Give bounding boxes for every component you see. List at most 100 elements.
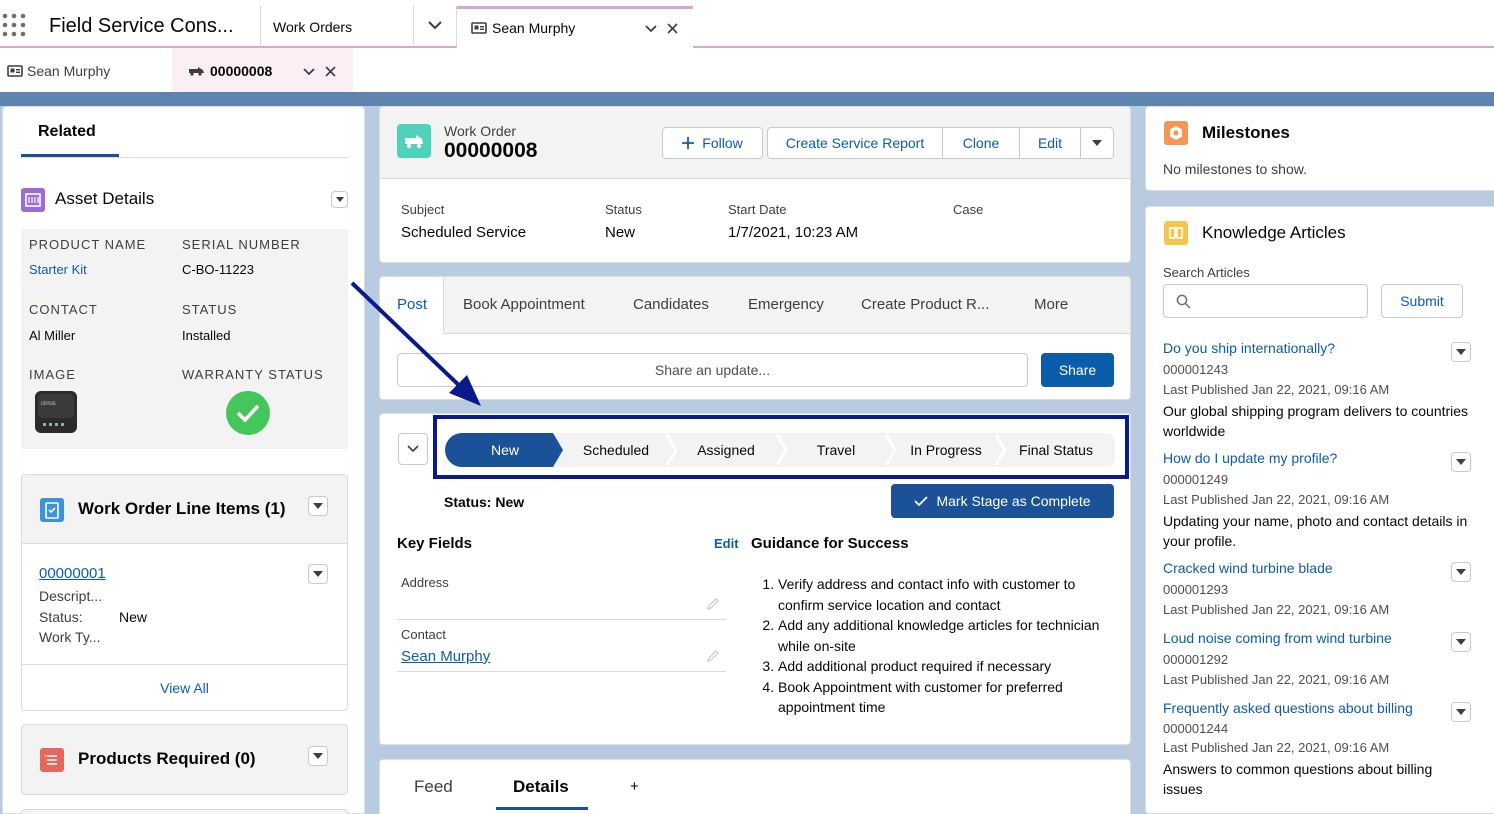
tab-sean-murphy[interactable]: Sean Murphy <box>457 6 693 48</box>
chevron-down-icon[interactable] <box>303 68 315 76</box>
tab-details[interactable]: Details <box>496 760 588 810</box>
create-report-label: Create Service Report <box>785 135 925 151</box>
tab-emergency[interactable]: Emergency <box>748 296 824 313</box>
path-stage-travel[interactable]: Travel <box>781 433 891 467</box>
article-menu-button[interactable] <box>1451 452 1471 472</box>
checkmark-icon <box>226 391 270 435</box>
follow-button[interactable]: Follow <box>662 127 763 159</box>
line-item-work-type: Work Ty... <box>39 629 101 645</box>
products-menu-button[interactable] <box>308 746 328 766</box>
guidance-item: Book Appointment with customer for prefe… <box>778 677 1107 718</box>
more-actions-button[interactable] <box>1080 127 1114 159</box>
contact-card-icon <box>471 22 487 34</box>
article-title-link[interactable]: Frequently asked questions about billing <box>1163 700 1413 716</box>
article-menu-button[interactable] <box>1451 562 1471 582</box>
article-summary: Answers to common questions about billin… <box>1163 761 1433 797</box>
line-items-title[interactable]: Work Order Line Items (1) <box>78 499 286 519</box>
article-menu-button[interactable] <box>1451 342 1471 362</box>
object-label: Work Order <box>444 123 517 139</box>
field-label: IMAGE <box>29 367 76 382</box>
path-stage-assigned[interactable]: Assigned <box>671 433 781 467</box>
path-status-text: Status: New <box>444 494 525 510</box>
article-summary: Updating your name, photo and contact de… <box>1163 513 1468 549</box>
contact-link[interactable]: Sean Murphy <box>401 648 490 665</box>
close-icon[interactable] <box>667 23 678 34</box>
path-component: New Scheduled Assigned Travel In Progres… <box>379 413 1131 745</box>
submit-button[interactable]: Submit <box>1381 284 1463 318</box>
mark-stage-complete-button[interactable]: Mark Stage as Complete <box>891 484 1114 518</box>
article-title-link[interactable]: How do I update my profile? <box>1163 450 1337 466</box>
stage-label: Scheduled <box>582 442 650 458</box>
app-name: Field Service Cons... <box>49 15 234 37</box>
tab-label: Sean Murphy <box>492 20 576 36</box>
edit-button[interactable]: Edit <box>1019 127 1081 159</box>
line-items-menu-button[interactable] <box>308 496 328 516</box>
tab-label: Related <box>38 123 96 140</box>
share-button[interactable]: Share <box>1041 353 1114 387</box>
tab-more[interactable]: More <box>1034 296 1068 313</box>
pencil-icon[interactable] <box>706 649 720 663</box>
create-service-report-button[interactable]: Create Service Report <box>767 127 943 159</box>
chevron-down-icon[interactable] <box>645 25 657 33</box>
view-all-link[interactable]: View All <box>22 680 347 696</box>
asset-menu-button[interactable] <box>331 191 348 208</box>
app-launcher-icon[interactable] <box>2 13 26 37</box>
field-label: STATUS <box>182 302 238 317</box>
tab-label: Details <box>513 777 569 796</box>
article-menu-button[interactable] <box>1451 632 1471 652</box>
subtab-sean-murphy[interactable]: Sean Murphy <box>0 48 172 92</box>
tab-label: Work Orders <box>273 19 353 35</box>
page-banner <box>0 92 1494 106</box>
contact-value: Al Miller <box>29 328 76 343</box>
share-update-input[interactable]: Share an update... <box>397 353 1028 387</box>
field-label: Status <box>605 202 642 217</box>
pencil-icon[interactable] <box>706 597 720 611</box>
path-toggle-button[interactable] <box>398 433 428 465</box>
knowledge-card: Knowledge Articles Search Articles Submi… <box>1145 206 1494 814</box>
line-item-link[interactable]: 00000001 <box>39 565 106 582</box>
tab-feed[interactable]: Feed <box>414 777 453 797</box>
subtab-work-order[interactable]: 00000008 <box>172 48 353 92</box>
checkmark-icon <box>914 495 929 507</box>
plus-icon <box>682 137 695 149</box>
article-summary: Our global shipping program delivers to … <box>1163 403 1469 439</box>
path-stage-final-status[interactable]: Final Status <box>1001 433 1111 467</box>
article-title-link[interactable]: Loud noise coming from wind turbine <box>1163 630 1392 646</box>
stage-label: New <box>490 442 519 458</box>
address-label: Address <box>401 575 449 590</box>
tab-create-product[interactable]: Create Product R... <box>861 296 989 313</box>
search-icon <box>1176 294 1191 309</box>
products-required-card: Products Required (0) <box>21 724 348 795</box>
publisher: Post Book Appointment Candidates Emergen… <box>379 276 1131 400</box>
submit-label: Submit <box>1400 293 1444 309</box>
tab-work-orders[interactable]: Work Orders <box>261 6 413 46</box>
key-fields-edit-link[interactable]: Edit <box>714 536 739 551</box>
field-label: CONTACT <box>29 302 98 317</box>
article-title-link[interactable]: Cracked wind turbine blade <box>1163 560 1333 576</box>
article-menu-button[interactable] <box>1451 702 1471 722</box>
products-required-title[interactable]: Products Required (0) <box>78 749 256 769</box>
tab-candidates[interactable]: Candidates <box>633 296 709 313</box>
record-header: Work Order 00000008 Follow Create Servic… <box>379 106 1131 263</box>
chevron-down-icon[interactable] <box>428 20 442 30</box>
article-number: 000001249 <box>1163 472 1229 487</box>
search-articles-input[interactable] <box>1163 284 1368 318</box>
path-stage-scheduled[interactable]: Scheduled <box>561 433 671 467</box>
tab-related[interactable]: Related <box>21 107 119 157</box>
line-items-icon <box>40 498 64 522</box>
subject-value: Scheduled Service <box>401 224 527 241</box>
product-name-link[interactable]: Starter Kit <box>29 262 87 277</box>
line-item-status-value: New <box>119 609 148 625</box>
clone-button[interactable]: Clone <box>942 127 1020 159</box>
path-stage-in-progress[interactable]: In Progress <box>891 433 1001 467</box>
add-tab-button[interactable]: + <box>630 778 639 795</box>
key-fields-title: Key Fields <box>397 535 473 552</box>
article-title-link[interactable]: Do you ship internationally? <box>1163 340 1335 356</box>
serial-number: C-BO-11223 <box>182 262 255 277</box>
chevron-down-icon <box>1092 140 1102 146</box>
follow-label: Follow <box>702 135 743 151</box>
line-item-menu-button[interactable] <box>308 564 328 584</box>
close-icon[interactable] <box>325 66 336 77</box>
field-label: Start Date <box>728 202 787 217</box>
path-stage-new[interactable]: New <box>445 433 565 467</box>
